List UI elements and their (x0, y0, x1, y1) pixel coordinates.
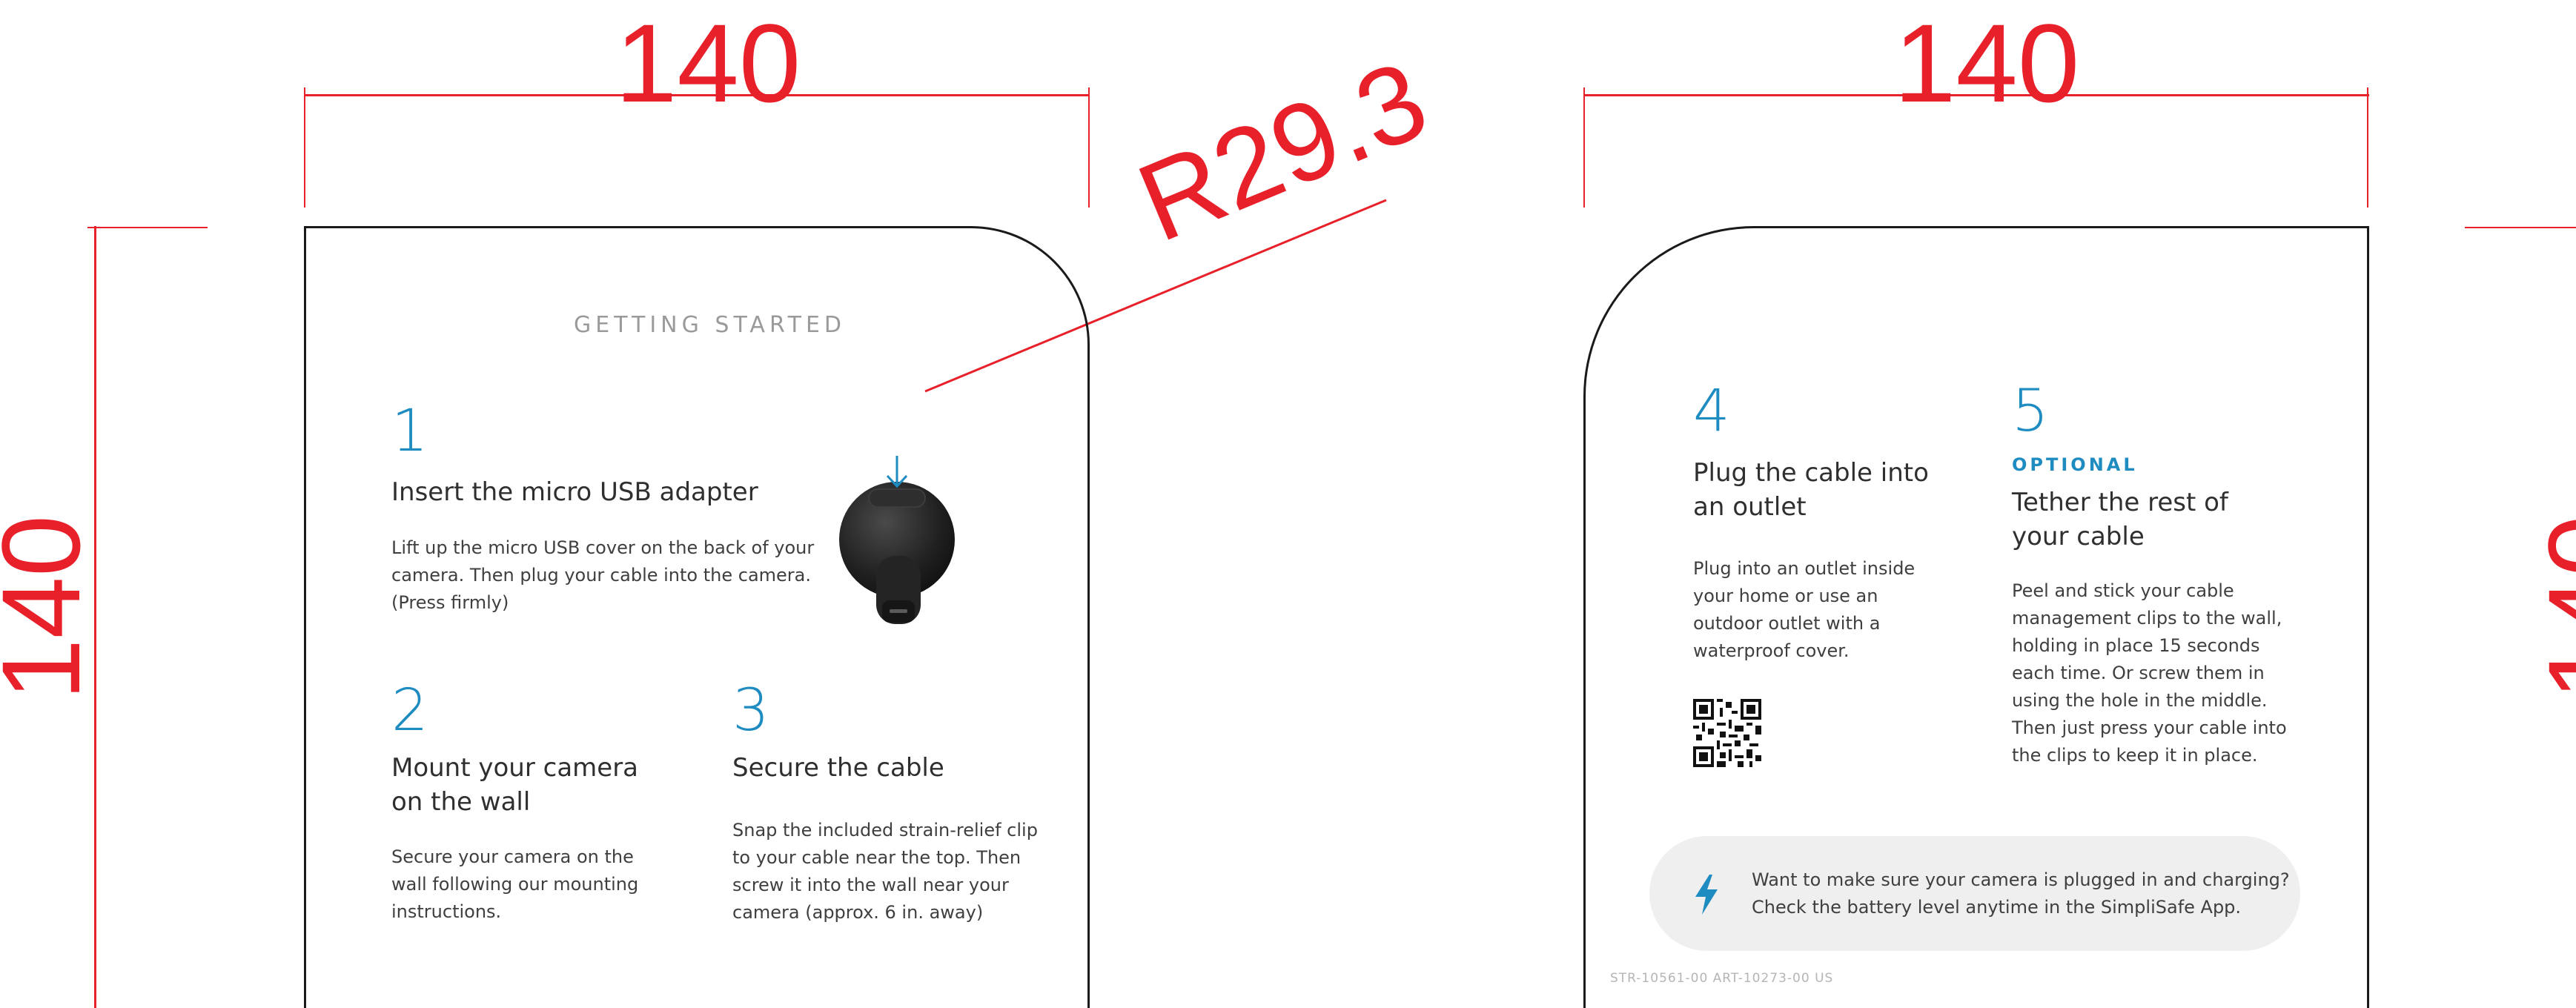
step-4-body-line: Plug into an outlet inside (1693, 558, 1916, 579)
step-2-title-line: on the wall (391, 787, 531, 817)
step-5-body-line: each time. Or screw them in (2012, 663, 2265, 683)
step-4-body-line: outdoor outlet with a (1693, 613, 1881, 634)
step-4-body-line: waterproof cover. (1693, 640, 1850, 661)
battery-callout-text: Want to make sure your camera is plugged… (1752, 866, 2290, 921)
optional-tag: OPTIONAL (2012, 454, 2138, 475)
step-5-number: 5 (2012, 378, 2049, 445)
getting-started-heading: GETTING STARTED (574, 312, 847, 338)
step-5-body-line: holding in place 15 seconds (2012, 635, 2260, 656)
step-2-number: 2 (391, 677, 428, 744)
step-3-number: 3 (732, 677, 769, 744)
step-3-body: Snap the included strain-relief clip to … (732, 817, 1038, 926)
step-1-body: Lift up the micro USB cover on the back … (391, 534, 814, 617)
step-2-body: Secure your camera on the wall following… (391, 843, 638, 926)
callout-line: Check the battery level anytime in the S… (1752, 897, 2242, 918)
step-4-title: Plug the cable into an outlet (1693, 456, 1929, 524)
callout-line: Want to make sure your camera is plugged… (1752, 869, 2290, 890)
step-5-title: Tether the rest of your cable (2012, 485, 2228, 554)
step-5-body-line: Peel and stick your cable (2012, 580, 2234, 601)
step-3-body-line: to your cable near the top. Then (732, 847, 1022, 868)
step-4-body-line: your home or use an (1693, 586, 1878, 606)
step-4-number: 4 (1693, 378, 1730, 445)
step-4-title-line: Plug the cable into (1693, 458, 1929, 488)
step-2-body-line: wall following our mounting (391, 874, 639, 895)
step-2-title: Mount your camera on the wall (391, 751, 638, 819)
qr-code (1693, 699, 1761, 767)
step-1-title: Insert the micro USB adapter (391, 477, 758, 507)
step-2-title-line: Mount your camera (391, 753, 639, 783)
step-4-title-line: an outlet (1693, 492, 1807, 522)
lightning-bolt-icon (1695, 875, 1718, 915)
step-5-body-line: management clips to the wall, (2012, 608, 2282, 629)
camera-illustration (839, 456, 955, 624)
step-5-body-line: the clips to keep it in place. (2012, 745, 2258, 766)
step-3-body-line: Snap the included strain-relief clip (732, 820, 1038, 840)
step-1-number: 1 (391, 398, 428, 465)
step-2-body-line: instructions. (391, 901, 502, 922)
step-5-body-line: using the hole in the middle. (2012, 690, 2268, 711)
step-3-title: Secure the cable (732, 753, 944, 783)
step-2-body-line: Secure your camera on the (391, 846, 634, 867)
step-1-body-line: camera. Then plug your cable into the ca… (391, 565, 811, 586)
step-4-body: Plug into an outlet inside your home or … (1693, 555, 1915, 665)
step-5-body-line: Then just press your cable into (2012, 717, 2287, 738)
step-5-body: Peel and stick your cable management cli… (2012, 577, 2287, 769)
footer-code: STR-10561-00 ART-10273-00 US (1610, 971, 1834, 986)
step-3-body-line: screw it into the wall near your (732, 875, 1009, 895)
step-5-title-line: your cable (2012, 522, 2145, 551)
step-1-body-line: (Press firmly) (391, 592, 509, 613)
step-3-body-line: camera (approx. 6 in. away) (732, 902, 984, 923)
step-5-title-line: Tether the rest of (2012, 488, 2228, 517)
step-1-body-line: Lift up the micro USB cover on the back … (391, 537, 815, 558)
